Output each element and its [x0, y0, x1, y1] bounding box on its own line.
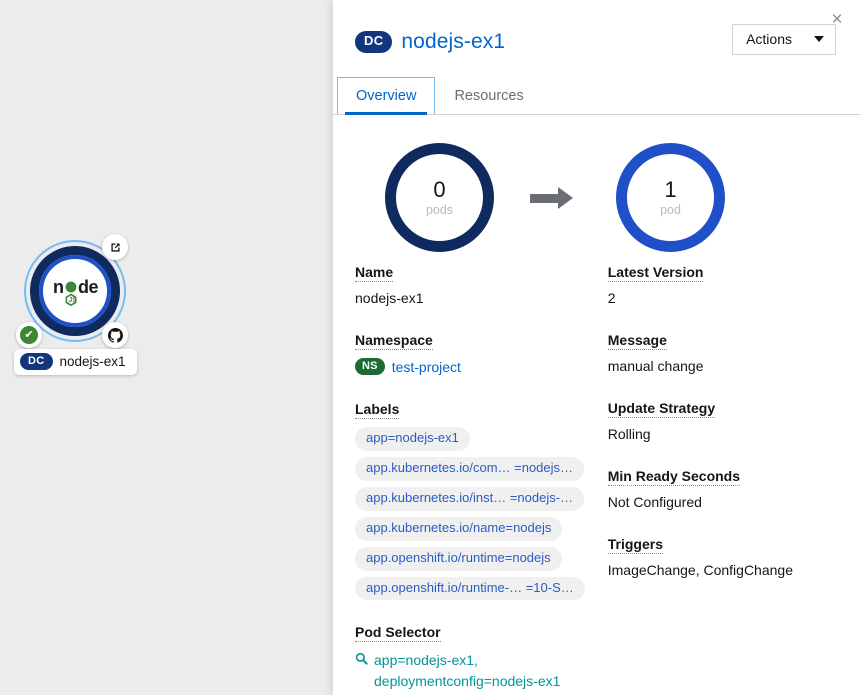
tab-overview-label: Overview	[356, 88, 417, 104]
topology-canvas[interactable]: n de JS ✔ DC nodejs-ex1	[0, 0, 333, 695]
detail-pod-selector: Pod Selector app=nodejs-ex1, deploymentc…	[355, 624, 585, 692]
svg-text:JS: JS	[68, 297, 77, 304]
detail-labels: Labels app=nodejs-ex1 app.kubernetes.io/…	[355, 401, 585, 601]
detail-update-strategy: Update Strategy Rolling	[607, 400, 836, 442]
topology-node-label[interactable]: DC nodejs-ex1	[14, 349, 137, 376]
detail-column-left: Name nodejs-ex1 Namespace NS test-projec…	[355, 264, 585, 692]
svg-text:de: de	[78, 277, 98, 297]
label-chip[interactable]: app.kubernetes.io/inst… =nodejs-…	[355, 486, 585, 511]
node-kind-badge: DC	[20, 353, 53, 371]
tab-resources-label: Resources	[454, 88, 524, 104]
chevron-down-icon	[814, 36, 824, 42]
label-chip[interactable]: app=nodejs-ex1	[355, 427, 470, 451]
panel-tabs: Overview Resources	[333, 77, 860, 115]
topology-node-nodejs-ex1[interactable]: n de JS ✔	[16, 234, 128, 348]
panel-body: 0 pods 1 pod Name nodejs-ex1 Namespace N…	[333, 115, 860, 692]
detail-name-value: nodejs-ex1	[355, 290, 424, 306]
previous-pod-count: 0	[433, 176, 446, 202]
nodejs-logo-icon: n de JS	[45, 261, 105, 321]
detail-message-value: manual change	[607, 358, 704, 374]
pod-selector-line-2: deploymentconfig=nodejs-ex1	[374, 673, 561, 690]
external-link-icon[interactable]	[102, 234, 128, 260]
detail-update-strategy-value: Rolling	[607, 426, 651, 442]
detail-latest-version-value: 2	[607, 290, 616, 306]
actions-button[interactable]: Actions	[732, 24, 836, 55]
namespace-link[interactable]: test-project	[392, 359, 461, 375]
detail-namespace-term: Namespace	[355, 332, 433, 350]
detail-message-term: Message	[607, 332, 667, 350]
detail-name: Name nodejs-ex1	[355, 264, 585, 306]
pod-selector-line-1: app=nodejs-ex1,	[374, 652, 478, 669]
detail-triggers-term: Triggers	[607, 536, 663, 554]
search-icon	[355, 652, 368, 692]
status-check-icon: ✔	[16, 322, 42, 348]
detail-min-ready-seconds-term: Min Ready Seconds	[607, 468, 741, 486]
label-chip[interactable]: app.kubernetes.io/name=nodejs	[355, 516, 563, 541]
pod-ring-row: 0 pods 1 pod	[355, 115, 836, 258]
namespace-kind-badge: NS	[355, 358, 385, 376]
detail-latest-version: Latest Version 2	[607, 264, 836, 306]
svg-text:n: n	[53, 277, 64, 297]
label-chip[interactable]: app.openshift.io/runtime-… =10-S…	[355, 576, 585, 601]
current-pod-ring[interactable]: 1 pod	[616, 143, 725, 252]
node-label-text: nodejs-ex1	[59, 354, 126, 370]
current-pod-count: 1	[664, 176, 677, 202]
pod-selector-link[interactable]: app=nodejs-ex1, deploymentconfig=nodejs-…	[355, 650, 585, 692]
arrow-right-icon	[530, 186, 576, 209]
detail-labels-term: Labels	[355, 401, 400, 420]
page-title: nodejs-ex1	[401, 30, 506, 53]
close-icon[interactable]: ×	[824, 6, 850, 32]
detail-namespace-value: NS test-project	[355, 358, 585, 376]
details-side-panel: × DC nodejs-ex1 Actions Overview Resourc…	[333, 0, 860, 695]
actions-button-label: Actions	[746, 31, 792, 47]
label-chip[interactable]: app.openshift.io/runtime=nodejs	[355, 546, 562, 571]
detail-triggers-value: ImageChange, ConfigChange	[607, 562, 793, 578]
tab-resources[interactable]: Resources	[435, 77, 542, 114]
detail-min-ready-seconds: Min Ready Seconds Not Configured	[607, 468, 836, 510]
pod-selector-text: app=nodejs-ex1, deploymentconfig=nodejs-…	[374, 650, 560, 692]
detail-name-term: Name	[355, 264, 394, 282]
previous-pod-label: pods	[425, 203, 454, 218]
detail-triggers: Triggers ImageChange, ConfigChange	[607, 536, 836, 578]
detail-column-right: Latest Version 2 Message manual change U…	[585, 264, 836, 692]
github-icon[interactable]	[102, 322, 128, 348]
detail-message: Message manual change	[607, 332, 836, 374]
detail-latest-version-term: Latest Version	[607, 264, 704, 282]
resource-kind-badge: DC	[355, 31, 393, 53]
detail-update-strategy-term: Update Strategy	[607, 400, 716, 418]
detail-namespace: Namespace NS test-project	[355, 332, 585, 376]
panel-title-row: DC nodejs-ex1	[355, 30, 505, 54]
tab-overview[interactable]: Overview	[337, 77, 436, 115]
previous-pod-ring[interactable]: 0 pods	[385, 143, 494, 252]
labels-list: app=nodejs-ex1 app.kubernetes.io/com… =n…	[355, 427, 585, 601]
detail-min-ready-seconds-value: Not Configured	[607, 494, 702, 510]
detail-pod-selector-term: Pod Selector	[355, 624, 441, 643]
panel-header: DC nodejs-ex1 Actions	[333, 0, 860, 55]
detail-grid: Name nodejs-ex1 Namespace NS test-projec…	[355, 258, 836, 692]
label-chip[interactable]: app.kubernetes.io/com… =nodejs…	[355, 456, 585, 481]
current-pod-label: pod	[660, 203, 681, 218]
